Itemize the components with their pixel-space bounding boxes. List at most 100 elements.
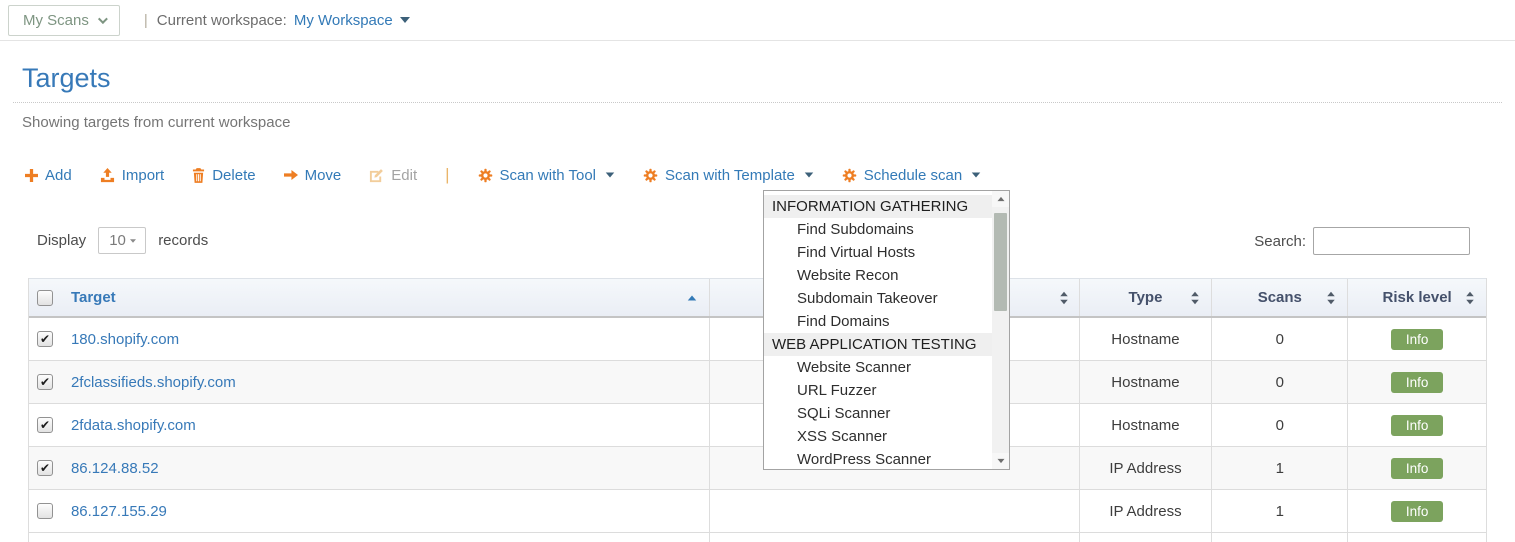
add-button[interactable]: Add: [25, 167, 72, 184]
type-cell: Hostname: [1080, 318, 1213, 360]
scan-tool-option[interactable]: SQLi Scanner: [764, 402, 992, 425]
caret-down-icon: [606, 172, 615, 177]
target-link[interactable]: 2fclassifieds.shopify.com: [71, 374, 236, 391]
delete-button[interactable]: Delete: [192, 167, 255, 184]
gear-icon: [643, 168, 658, 183]
scan-with-template-label: Scan with Template: [665, 167, 795, 184]
risk-header-label: Risk level: [1383, 289, 1452, 306]
scan-with-tool-button[interactable]: Scan with Tool: [478, 167, 615, 184]
row-checkbox[interactable]: [37, 374, 53, 390]
type-cell: IP Address: [1080, 490, 1213, 532]
scan-tool-dropdown: INFORMATION GATHERING Find Subdomains Fi…: [763, 190, 1010, 470]
table-row: 180.shopify.com Hostname 0 Info: [29, 318, 1486, 361]
gear-icon: [478, 168, 493, 183]
scans-cell: 0: [1212, 361, 1348, 403]
workspace-label: Current workspace:: [157, 12, 287, 29]
scroll-up-button[interactable]: [992, 191, 1009, 207]
type-cell: Hostname: [1080, 404, 1213, 446]
sort-icon: [1190, 291, 1200, 305]
move-button[interactable]: Move: [284, 167, 342, 184]
page-title: Targets: [22, 63, 111, 94]
row-checkbox[interactable]: [37, 331, 53, 347]
move-label: Move: [305, 167, 342, 184]
targets-table: Target Type Scans Risk level 180.shopify…: [28, 278, 1487, 542]
targets-toolbar: Add Import Delete Move Edit | Scan with …: [25, 165, 981, 185]
sort-ascending-icon: [688, 295, 697, 300]
upload-icon: [100, 168, 115, 183]
targets-page: My Scans | Current workspace: My Workspa…: [0, 0, 1515, 542]
display-label: Display: [37, 232, 86, 249]
risk-badge: Info: [1391, 329, 1444, 350]
target-link[interactable]: 2fdata.shopify.com: [71, 417, 196, 434]
row-checkbox[interactable]: [37, 460, 53, 476]
table-row: 86.124.88.52 IP Address 1 Info: [29, 447, 1486, 490]
scans-cell: 0: [1212, 318, 1348, 360]
risk-badge: Info: [1391, 458, 1444, 479]
page-size-controls: Display 10 records: [37, 227, 208, 254]
scan-tool-option[interactable]: Find Domains: [764, 310, 992, 333]
scan-tool-option[interactable]: Website Scanner: [764, 356, 992, 379]
risk-badge: Info: [1391, 415, 1444, 436]
scroll-up-icon: [997, 197, 1004, 201]
dropdown-group-label: WEB APPLICATION TESTING: [764, 333, 992, 356]
page-size-value: 10: [109, 232, 126, 249]
workspace-selector[interactable]: My Workspace: [294, 12, 410, 29]
scan-tool-option[interactable]: Website Recon: [764, 264, 992, 287]
target-link[interactable]: 86.124.88.52: [71, 460, 159, 477]
target-link[interactable]: 86.127.155.29: [71, 503, 167, 520]
caret-down-icon: [805, 172, 814, 177]
trash-icon: [192, 168, 205, 183]
scans-column-header[interactable]: Scans: [1212, 279, 1348, 316]
edit-pencil-icon: [369, 168, 384, 183]
row-checkbox[interactable]: [37, 503, 53, 519]
caret-down-icon: [400, 17, 410, 23]
search-controls: Search:: [1254, 227, 1470, 255]
page-size-select[interactable]: 10: [98, 227, 146, 254]
scans-header-label: Scans: [1258, 289, 1302, 306]
schedule-scan-button[interactable]: Schedule scan: [842, 167, 981, 184]
arrow-right-icon: [284, 168, 298, 182]
type-column-header[interactable]: Type: [1080, 279, 1213, 316]
delete-label: Delete: [212, 167, 255, 184]
scan-tool-option[interactable]: Subdomain Takeover: [764, 287, 992, 310]
scan-with-tool-label: Scan with Tool: [500, 167, 596, 184]
my-scans-label: My Scans: [23, 12, 89, 29]
scroll-down-button[interactable]: [992, 453, 1009, 469]
import-label: Import: [122, 167, 165, 184]
description-cell: [710, 490, 1079, 532]
type-header-label: Type: [1129, 289, 1163, 306]
scans-cell: 1: [1212, 490, 1348, 532]
table-header-row: Target Type Scans Risk level: [29, 278, 1486, 318]
toolbar-separator: |: [445, 165, 449, 185]
import-button[interactable]: Import: [100, 167, 165, 184]
scan-tool-option[interactable]: Find Subdomains: [764, 218, 992, 241]
scan-tool-option[interactable]: Find Virtual Hosts: [764, 241, 992, 264]
chevron-down-icon: [98, 14, 108, 24]
search-input[interactable]: [1313, 227, 1470, 255]
scroll-down-icon: [997, 459, 1004, 463]
title-divider: [13, 102, 1502, 103]
risk-column-header[interactable]: Risk level: [1348, 279, 1486, 316]
page-subtitle: Showing targets from current workspace: [22, 114, 290, 131]
scans-cell: 1: [1212, 447, 1348, 489]
edit-button[interactable]: Edit: [369, 167, 417, 184]
scan-tool-option[interactable]: URL Fuzzer: [764, 379, 992, 402]
target-header-label: Target: [71, 289, 116, 306]
target-link[interactable]: 180.shopify.com: [71, 331, 179, 348]
scan-tool-list: INFORMATION GATHERING Find Subdomains Fi…: [764, 195, 992, 470]
dropdown-scrollbar[interactable]: [992, 191, 1009, 469]
top-bar: My Scans | Current workspace: My Workspa…: [0, 0, 1515, 41]
scan-tool-option[interactable]: WordPress Scanner: [764, 448, 992, 470]
target-column-header[interactable]: Target: [61, 279, 710, 316]
topbar-separator: |: [144, 12, 148, 29]
select-all-checkbox[interactable]: [37, 290, 53, 306]
scan-tool-option[interactable]: XSS Scanner: [764, 425, 992, 448]
select-all-cell: [29, 279, 61, 316]
table-row-partial: [29, 533, 1486, 542]
caret-down-icon: [972, 172, 981, 177]
row-checkbox[interactable]: [37, 417, 53, 433]
my-scans-button[interactable]: My Scans: [8, 5, 120, 36]
scans-cell: 0: [1212, 404, 1348, 446]
scan-with-template-button[interactable]: Scan with Template: [643, 167, 814, 184]
scrollbar-thumb[interactable]: [994, 213, 1007, 311]
